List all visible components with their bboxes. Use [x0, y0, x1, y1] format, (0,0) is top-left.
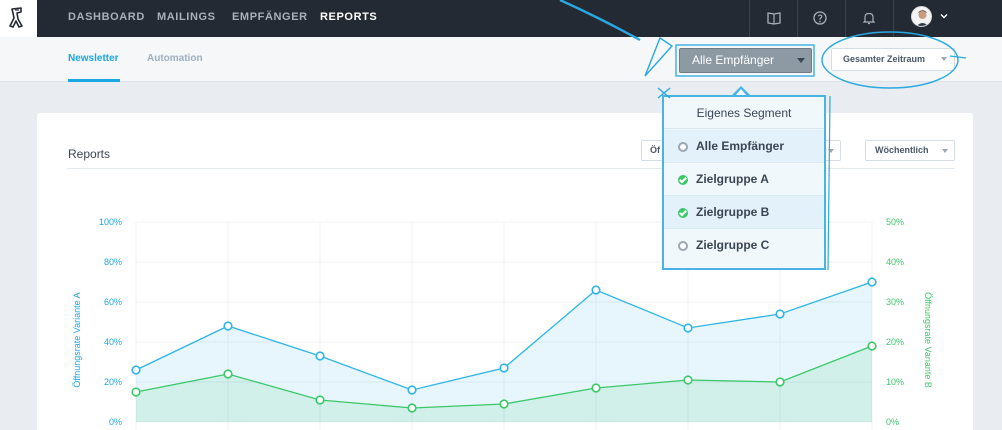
- left-axis-tick-label: 60%: [104, 297, 122, 307]
- series-b-point: [867, 341, 877, 351]
- dropdown-option-group-b[interactable]: Zielgruppe B: [664, 196, 824, 229]
- dropdown-option-label: Zielgruppe B: [696, 205, 770, 219]
- series-a-point: [407, 385, 417, 395]
- unchecked-icon: [678, 142, 688, 152]
- right-axis-tick-label: 30%: [886, 297, 904, 307]
- right-axis-tick-label: 20%: [886, 337, 904, 347]
- dropdown-option-label: Alle Empfänger: [696, 139, 785, 153]
- series-a-point: [315, 351, 325, 361]
- recipients-dropdown: Eigenes Segment Alle Empfänger Zielgrupp…: [662, 95, 826, 270]
- series-b-point: [315, 395, 325, 405]
- series-b-point: [591, 383, 601, 393]
- series-b-point: [775, 377, 785, 387]
- series-a-point: [683, 323, 693, 333]
- series-b-point: [499, 399, 509, 409]
- dropdown-option-all-recipients[interactable]: Alle Empfänger: [664, 130, 824, 163]
- left-axis-tick-label: 40%: [104, 337, 122, 347]
- series-b-point: [223, 369, 233, 379]
- series-a-point: [867, 277, 877, 287]
- dropdown-option-label: Zielgruppe C: [696, 238, 770, 252]
- series-a-point: [223, 321, 233, 331]
- series-a-point: [499, 363, 509, 373]
- right-axis-label: Öffnungsrate Variante B: [923, 292, 933, 388]
- series-b-point: [131, 387, 141, 397]
- left-axis-tick-label: 100%: [99, 217, 122, 227]
- checked-icon: [678, 208, 688, 218]
- dropdown-option-group-a[interactable]: Zielgruppe A: [664, 163, 824, 196]
- unchecked-icon: [678, 241, 688, 251]
- left-axis-tick-label: 0%: [109, 417, 122, 427]
- right-axis-tick-label: 10%: [886, 377, 904, 387]
- series-b-point: [683, 375, 693, 385]
- series-a-point: [775, 309, 785, 319]
- series-a-point: [131, 365, 141, 375]
- dropdown-header-custom-segment[interactable]: Eigenes Segment: [664, 97, 824, 129]
- dropdown-option-label: Zielgruppe A: [696, 172, 769, 186]
- right-axis-tick-label: 50%: [886, 217, 904, 227]
- left-axis-label: Öffnungsrate Variante A: [72, 292, 82, 387]
- right-axis-tick-label: 0%: [886, 417, 899, 427]
- right-axis-tick-label: 40%: [886, 257, 904, 267]
- open-rate-chart: 100% 80% 60% 40% 20% 0% 50% 40% 30% 20% 10% 0% Öffn…: [72, 217, 933, 430]
- series-a-point: [591, 285, 601, 295]
- checked-icon: [678, 175, 688, 185]
- dropdown-option-group-c[interactable]: Zielgruppe C: [664, 229, 824, 262]
- left-axis-tick-label: 80%: [104, 257, 122, 267]
- left-axis-tick-label: 20%: [104, 377, 122, 387]
- series-b-point: [407, 403, 417, 413]
